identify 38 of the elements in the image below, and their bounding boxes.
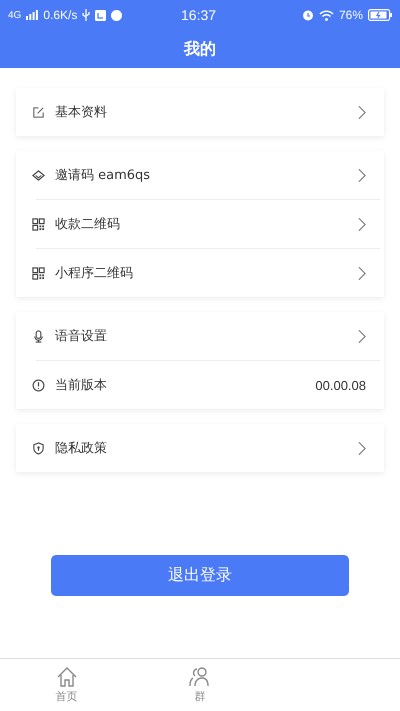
home-icon	[56, 666, 78, 688]
menu-item[interactable]: 小程序二维码	[36, 248, 380, 297]
usb-icon	[82, 9, 90, 21]
menu-item[interactable]: 语音设置	[32, 312, 380, 360]
chevron-right-icon	[358, 104, 366, 120]
signal-icon	[26, 10, 38, 20]
network-label: 4G	[8, 10, 22, 20]
battery-icon	[368, 9, 392, 21]
people-icon	[188, 666, 211, 688]
info-row: 当前版本 00.00.08	[36, 360, 380, 409]
app-icon	[111, 10, 122, 20]
network-speed: 0.6K/s	[43, 8, 78, 22]
microphone-icon	[32, 330, 45, 342]
chevron-right-icon	[358, 266, 366, 280]
notification-icon	[95, 10, 106, 20]
clock: 16:37	[181, 7, 216, 23]
chevron-right-icon	[358, 440, 366, 456]
edit-icon	[32, 106, 45, 118]
info-icon	[32, 378, 45, 392]
logout-button[interactable]: 退出登录	[51, 555, 349, 596]
menu-item[interactable]: 邀请码 eam6qs	[32, 151, 380, 199]
menu-item[interactable]: 收款二维码	[36, 199, 380, 248]
qr-code-icon	[32, 266, 45, 280]
qr-code-icon	[32, 218, 45, 230]
menu-item[interactable]: 隐私政策	[32, 424, 380, 472]
shield-icon	[32, 442, 45, 454]
tab-item[interactable]: 首页	[0, 659, 134, 711]
alarm-icon	[302, 9, 314, 21]
tab-item[interactable]: 群	[133, 659, 267, 711]
chevron-right-icon	[358, 216, 366, 232]
version-number: 00.00.08	[315, 378, 366, 392]
battery-percent: 76%	[338, 8, 363, 22]
menu-item[interactable]: 基本资料	[32, 88, 380, 136]
wifi-icon	[318, 10, 334, 20]
page-title: 我的	[184, 38, 216, 60]
chevron-right-icon	[358, 168, 366, 182]
diamond-icon	[32, 168, 45, 182]
chevron-right-icon	[358, 328, 366, 344]
